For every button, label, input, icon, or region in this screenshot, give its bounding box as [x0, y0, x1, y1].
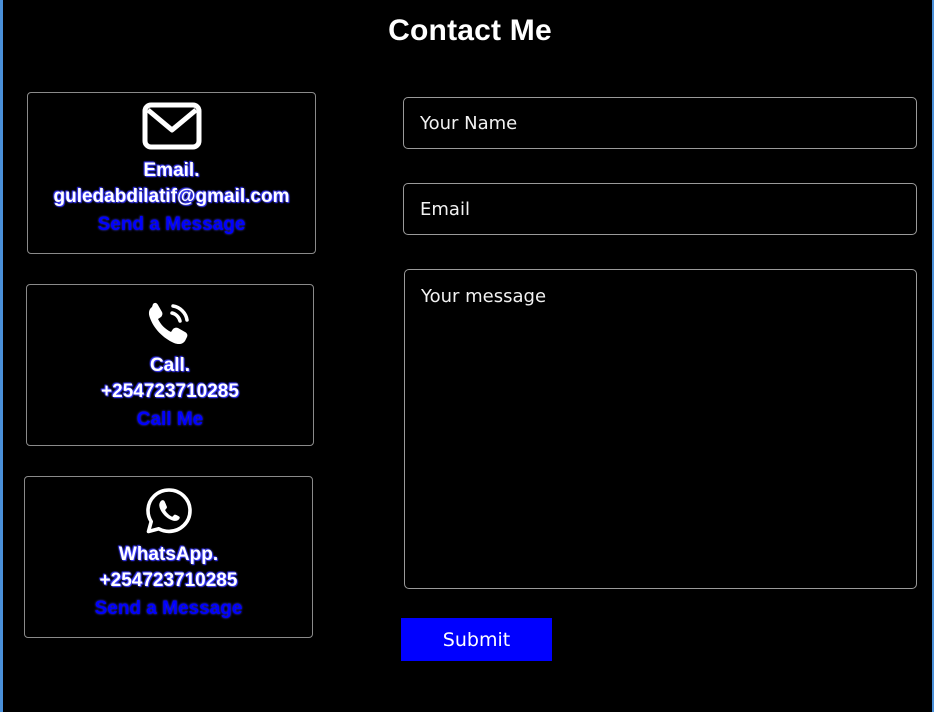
call-me-link[interactable]: Call Me — [137, 409, 204, 431]
whatsapp-icon — [145, 488, 192, 534]
envelope-icon — [142, 102, 201, 150]
name-input[interactable] — [403, 97, 917, 149]
call-phone-number: +254723710285 — [101, 381, 239, 402]
whatsapp-contact-card: WhatsApp. +254723710285 Send a Message — [24, 476, 313, 638]
email-contact-card: Email. guledabdilatif@gmail.com Send a M… — [27, 92, 316, 254]
submit-button[interactable]: Submit — [401, 618, 552, 661]
whatsapp-phone-number: +254723710285 — [99, 570, 238, 591]
email-input[interactable] — [403, 183, 917, 235]
send-email-link[interactable]: Send a Message — [98, 214, 246, 236]
send-whatsapp-link[interactable]: Send a Message — [95, 598, 243, 620]
call-contact-card: Call. +254723710285 Call Me — [26, 284, 314, 446]
page-title: Contact Me — [388, 14, 552, 47]
whatsapp-label: WhatsApp. — [118, 544, 219, 565]
message-textarea[interactable] — [404, 269, 917, 589]
call-label: Call. — [149, 355, 191, 376]
phone-call-icon — [148, 302, 189, 345]
contact-section: Contact Me Email. guledabdilatif@gmail.c… — [0, 0, 934, 712]
email-label: Email. — [143, 160, 200, 181]
email-address: guledabdilatif@gmail.com — [53, 186, 290, 207]
